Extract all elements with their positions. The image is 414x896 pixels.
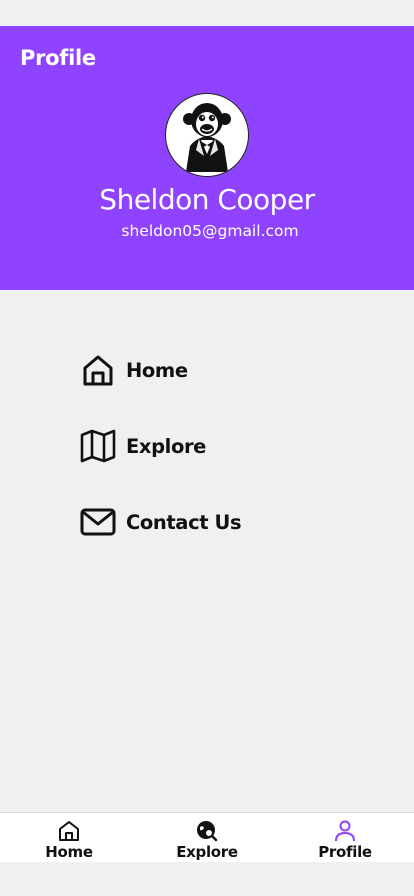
profile-name: Sheldon Cooper: [99, 183, 315, 216]
menu-item-home[interactable]: Home: [80, 350, 188, 390]
home-icon: [57, 819, 81, 843]
status-bar-area: [0, 0, 414, 26]
tab-label: Home: [45, 843, 93, 861]
explore-globe-icon: [195, 819, 219, 843]
menu-item-label: Contact Us: [126, 510, 242, 534]
monkey-in-suit-avatar-icon: [183, 103, 231, 172]
menu-item-label: Explore: [126, 434, 206, 458]
home-icon: [80, 352, 116, 388]
menu-item-contact-us[interactable]: Contact Us: [80, 502, 242, 542]
page-title: Profile: [20, 46, 96, 70]
menu-item-label: Home: [126, 358, 188, 382]
mail-icon: [80, 504, 116, 540]
person-icon: [333, 819, 357, 843]
tab-label: Explore: [176, 843, 238, 861]
tab-label: Profile: [318, 843, 372, 861]
tab-explore[interactable]: Explore: [138, 813, 276, 862]
profile-header: Profile Sheldon Cooper sheldon05@gmail.c…: [0, 26, 414, 290]
map-icon: [80, 428, 116, 464]
tab-profile[interactable]: Profile: [276, 813, 414, 862]
home-indicator-area: [0, 862, 414, 896]
tab-home[interactable]: Home: [0, 813, 138, 862]
bottom-tab-bar: Home Explore Profile: [0, 812, 414, 863]
menu-item-explore[interactable]: Explore: [80, 426, 206, 466]
profile-email: sheldon05@gmail.com: [121, 222, 299, 240]
avatar: [165, 93, 249, 177]
